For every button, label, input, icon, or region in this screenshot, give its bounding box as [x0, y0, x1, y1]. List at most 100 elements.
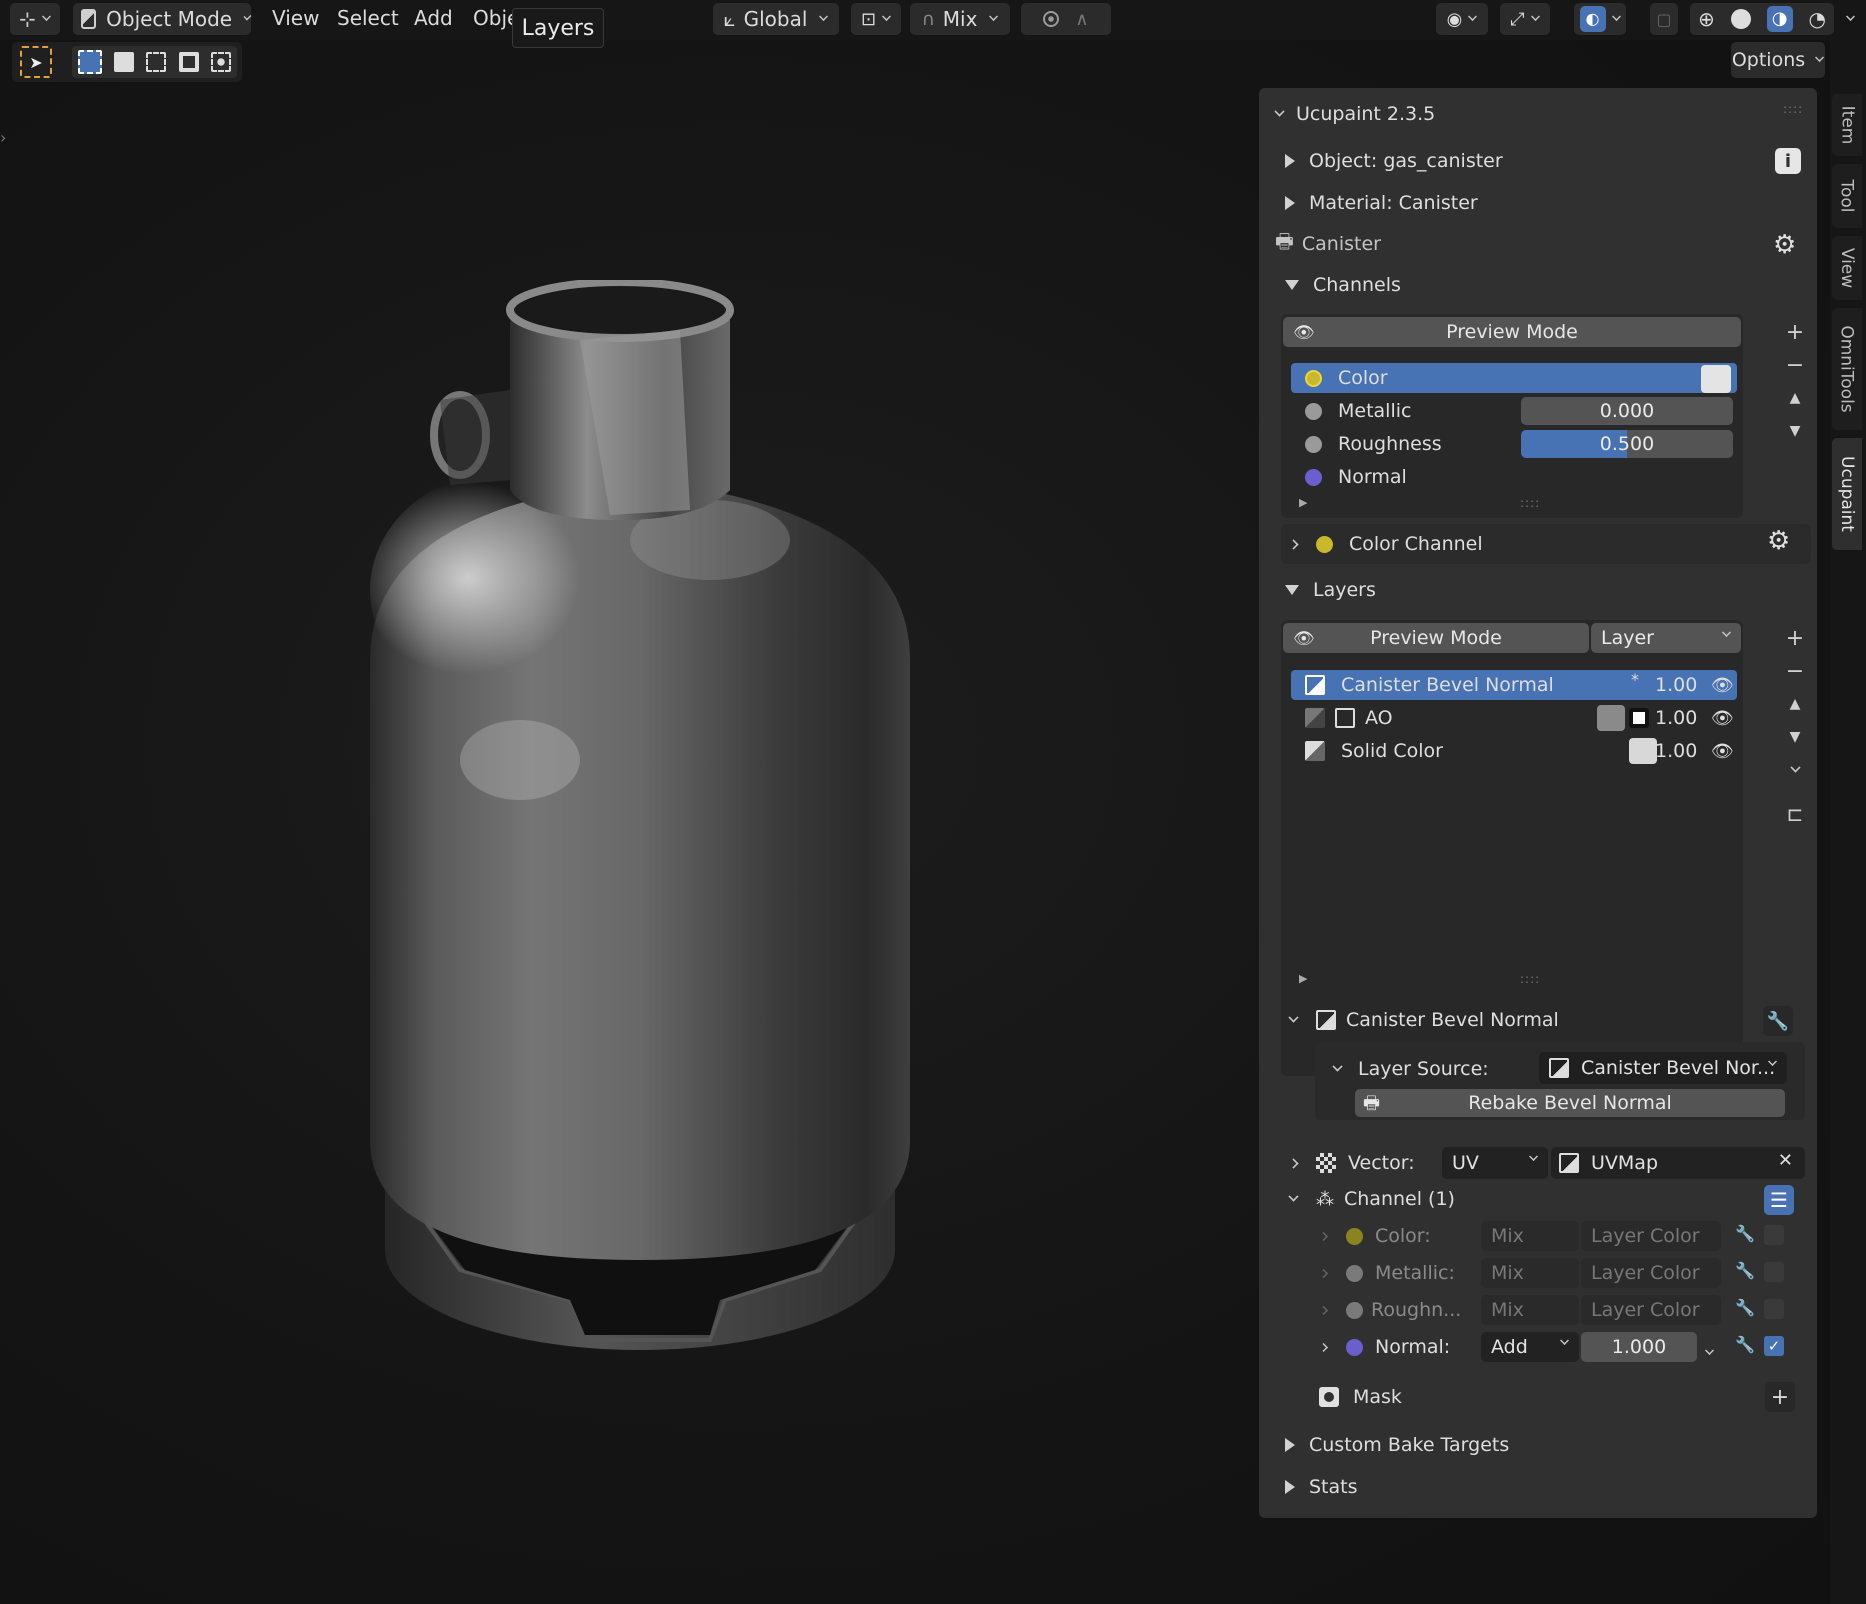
- solid-shading-icon[interactable]: [1730, 9, 1751, 29]
- channel-row-color[interactable]: Color:: [1319, 1221, 1431, 1251]
- tab-ucupaint[interactable]: Ucupaint: [1832, 438, 1862, 550]
- toolbar-expand-icon[interactable]: ›: [0, 128, 6, 147]
- vector-row[interactable]: Vector:: [1288, 1148, 1415, 1178]
- list-resize-handle[interactable]: ::::: [1520, 972, 1540, 986]
- material-shading-icon[interactable]: ◑: [1766, 6, 1793, 32]
- pivot-dropdown[interactable]: ⊡: [851, 3, 901, 35]
- wireframe-shading-icon[interactable]: ⊕: [1698, 7, 1715, 31]
- select-invert-icon[interactable]: [178, 52, 199, 72]
- object-subpanel[interactable]: Object: gas_canister: [1285, 146, 1503, 176]
- list-filter-toggle-icon[interactable]: ▶: [1299, 496, 1307, 509]
- settings-gear-icon[interactable]: ⚙: [1773, 230, 1796, 260]
- channel-row-roughness[interactable]: Roughness: [1305, 429, 1442, 459]
- ao-swatch[interactable]: [1597, 705, 1625, 731]
- remove-layer-button[interactable]: −: [1779, 655, 1811, 687]
- channel-group-header[interactable]: ⁂ Channel (1): [1288, 1184, 1455, 1214]
- layer-detail-header[interactable]: Canister Bevel Normal: [1288, 1005, 1559, 1035]
- enable-checkbox[interactable]: [1764, 1225, 1784, 1245]
- layer-menu-button[interactable]: [1779, 754, 1811, 786]
- move-down-icon[interactable]: ▼: [1779, 415, 1811, 447]
- eye-icon[interactable]: 👁: [1711, 708, 1734, 729]
- source-dropdown[interactable]: Layer Color: [1581, 1221, 1721, 1251]
- tab-item[interactable]: Item: [1832, 94, 1862, 156]
- gizmo-dropdown[interactable]: ⤢: [1500, 3, 1550, 35]
- layer-row-ao[interactable]: AO 1.00 👁: [1305, 703, 1735, 733]
- remove-channel-button[interactable]: −: [1779, 349, 1811, 381]
- stats-subpanel[interactable]: Stats: [1285, 1472, 1358, 1502]
- wrench-icon[interactable]: 🔧: [1735, 1335, 1755, 1354]
- layer-row-solid-color[interactable]: Solid Color 1.00 👁: [1305, 736, 1735, 766]
- layer-source-dropdown[interactable]: Canister Bevel Nor...: [1539, 1052, 1787, 1084]
- menu-view[interactable]: View: [272, 6, 319, 30]
- add-mask-button[interactable]: +: [1765, 1382, 1795, 1412]
- select-subtract-icon[interactable]: [146, 52, 167, 72]
- channel-row-normal[interactable]: Normal: [1305, 462, 1407, 492]
- layers-header[interactable]: Layers: [1285, 575, 1376, 605]
- rendered-shading-icon[interactable]: ◔: [1809, 7, 1826, 31]
- panel-drag-handle[interactable]: ::::: [1783, 102, 1803, 116]
- color-swatch[interactable]: [1701, 365, 1731, 393]
- wrench-icon[interactable]: 🔧: [1735, 1261, 1755, 1280]
- layer-source-row[interactable]: Layer Source:: [1332, 1054, 1489, 1084]
- custom-bake-targets-subpanel[interactable]: Custom Bake Targets: [1285, 1430, 1509, 1460]
- solid-color-swatch[interactable]: [1629, 738, 1657, 764]
- move-up-icon[interactable]: ▲: [1779, 688, 1811, 720]
- menu-select[interactable]: Select: [337, 6, 399, 30]
- tab-tool[interactable]: Tool: [1832, 164, 1862, 228]
- layer-opacity[interactable]: 1.00: [1655, 674, 1697, 696]
- enable-checkbox-checked[interactable]: ✓: [1764, 1336, 1784, 1356]
- layer-row-canister-bevel-normal[interactable]: Canister Bevel Normal * 1.00 👁: [1305, 670, 1735, 700]
- channel-row-roughness[interactable]: Roughn...: [1319, 1295, 1461, 1325]
- rebake-bevel-normal-button[interactable]: 🖶 Rebake Bevel Normal: [1355, 1089, 1785, 1117]
- xray-toggle[interactable]: ▢: [1650, 3, 1678, 35]
- move-down-icon[interactable]: ▼: [1779, 721, 1811, 753]
- hierarchy-icon[interactable]: ⊏: [1779, 798, 1811, 830]
- color-channel-subpanel[interactable]: Color Channel: [1288, 529, 1483, 559]
- menu-add[interactable]: Add: [414, 6, 453, 30]
- add-channel-button[interactable]: +: [1779, 316, 1811, 348]
- tab-view[interactable]: View: [1832, 236, 1862, 300]
- source-dropdown[interactable]: Layer Color: [1581, 1295, 1721, 1325]
- info-icon[interactable]: i: [1775, 148, 1801, 174]
- uv-map-field[interactable]: UVMap ✕: [1551, 1147, 1805, 1179]
- layer-opacity[interactable]: 1.00: [1655, 740, 1697, 762]
- material-subpanel[interactable]: Material: Canister: [1285, 188, 1478, 218]
- layer-opacity[interactable]: 1.00: [1655, 707, 1697, 729]
- proportional-edit[interactable]: ∧: [1021, 3, 1111, 35]
- select-tool-icon[interactable]: ➤: [20, 46, 52, 78]
- editor-type-button[interactable]: ⊹: [10, 3, 60, 35]
- tab-omnitools[interactable]: OmniTools: [1832, 308, 1862, 430]
- blend-dropdown[interactable]: Mix: [1481, 1258, 1579, 1288]
- list-view-icon[interactable]: ☰: [1764, 1185, 1794, 1215]
- gas-canister-model[interactable]: [340, 280, 940, 1420]
- wrench-icon[interactable]: 🔧: [1735, 1298, 1755, 1317]
- snap-dropdown[interactable]: ∩ Mix: [910, 3, 1010, 35]
- layers-mode-dropdown[interactable]: Layer: [1591, 623, 1741, 653]
- channel-row-normal[interactable]: Normal:: [1319, 1332, 1450, 1362]
- eye-icon[interactable]: 👁: [1711, 675, 1734, 696]
- shading-dropdown[interactable]: [1838, 3, 1862, 35]
- source-dropdown[interactable]: Layer Color: [1581, 1258, 1721, 1288]
- metallic-value-field[interactable]: 0.000: [1521, 397, 1733, 425]
- move-up-icon[interactable]: ▲: [1779, 382, 1811, 414]
- wrench-icon[interactable]: 🔧: [1763, 1006, 1793, 1036]
- panel-header[interactable]: Ucupaint 2.3.5: [1274, 98, 1435, 130]
- transform-orientation-dropdown[interactable]: ⟀ Global: [713, 3, 839, 35]
- enable-checkbox[interactable]: [1764, 1262, 1784, 1282]
- mode-dropdown[interactable]: Object Mode: [73, 3, 252, 35]
- roughness-value-field[interactable]: 0.500: [1521, 430, 1733, 458]
- blend-dropdown[interactable]: Add: [1481, 1332, 1579, 1362]
- select-new-icon[interactable]: [78, 50, 103, 74]
- channel-settings-gear-icon[interactable]: ⚙: [1767, 526, 1790, 556]
- blend-dropdown[interactable]: Mix: [1481, 1221, 1579, 1251]
- visibility-dropdown[interactable]: ◉: [1436, 3, 1488, 35]
- channels-preview-mode-button[interactable]: 👁 Preview Mode: [1283, 317, 1741, 347]
- select-extend-icon[interactable]: [114, 52, 135, 72]
- mask-row[interactable]: Mask: [1319, 1382, 1402, 1412]
- blend-dropdown[interactable]: Mix: [1481, 1295, 1579, 1325]
- list-filter-toggle-icon[interactable]: ▶: [1299, 972, 1307, 985]
- channel-row-color[interactable]: Color: [1305, 363, 1388, 393]
- close-icon[interactable]: ✕: [1778, 1150, 1793, 1171]
- vector-type-dropdown[interactable]: UV: [1442, 1147, 1548, 1179]
- wrench-icon[interactable]: 🔧: [1735, 1224, 1755, 1243]
